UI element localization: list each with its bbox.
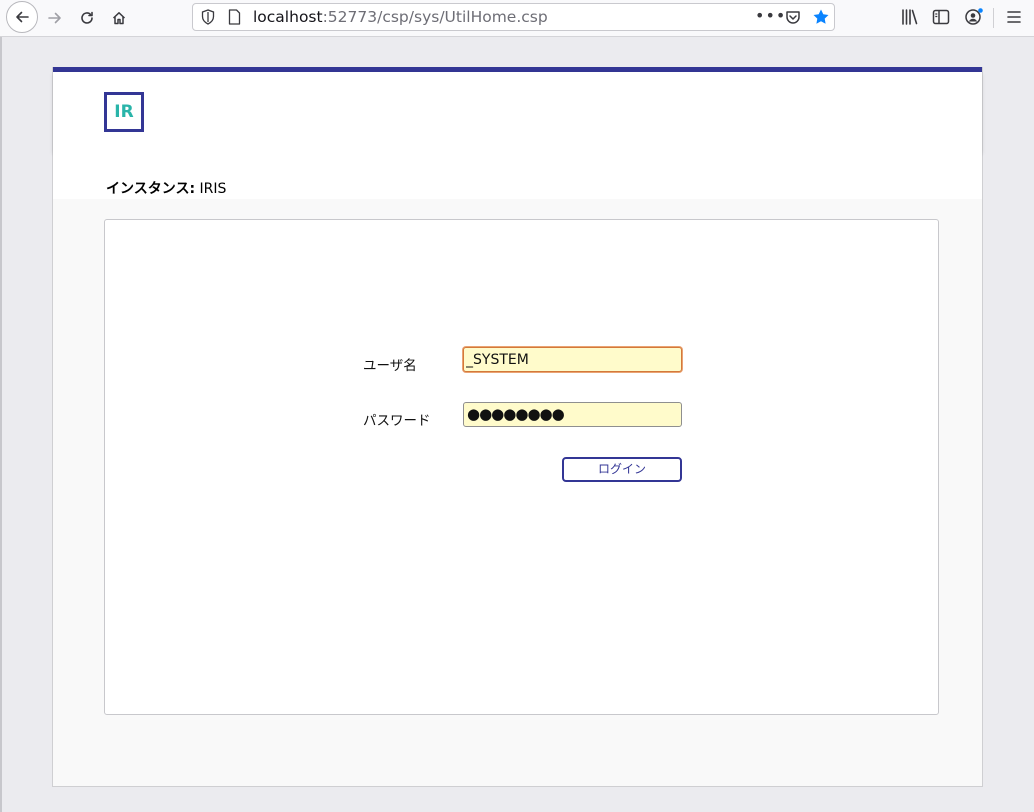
page-info-icon[interactable] bbox=[228, 9, 241, 29]
username-label: ユーザ名 bbox=[363, 358, 417, 374]
page-header: IR bbox=[53, 72, 982, 152]
page-actions-more-icon[interactable]: ••• bbox=[755, 6, 786, 25]
url-text[interactable]: localhost:52773/csp/sys/UtilHome.csp bbox=[253, 8, 548, 26]
forward-arrow-icon[interactable] bbox=[40, 3, 70, 33]
instance-value: IRIS bbox=[199, 181, 227, 197]
login-form: ユーザ名 パスワード ●●●●●●●● ログイン bbox=[104, 219, 939, 715]
browser-toolbar: localhost:52773/csp/sys/UtilHome.csp ••• bbox=[0, 0, 1034, 37]
bookmark-star-icon[interactable] bbox=[812, 8, 830, 30]
back-arrow-icon[interactable] bbox=[6, 1, 38, 33]
instance-label: インスタンス: bbox=[106, 181, 196, 197]
username-field[interactable] bbox=[463, 347, 682, 372]
address-bar[interactable]: localhost:52773/csp/sys/UtilHome.csp ••• bbox=[192, 3, 835, 31]
login-page-card: IR インスタンス: IRIS ユーザ名 パスワード ●●●●●●●● ログイン bbox=[52, 67, 983, 787]
login-button[interactable]: ログイン bbox=[562, 457, 682, 482]
password-mask: ●●●●●●●● bbox=[467, 405, 565, 423]
hamburger-menu-icon[interactable] bbox=[1006, 8, 1022, 30]
account-icon[interactable] bbox=[964, 8, 984, 30]
password-field[interactable]: ●●●●●●●● bbox=[463, 402, 682, 427]
library-icon[interactable] bbox=[901, 8, 919, 30]
tracking-shield-icon[interactable] bbox=[201, 9, 215, 29]
home-icon[interactable] bbox=[104, 3, 134, 33]
toolbar-separator bbox=[993, 8, 994, 28]
page-edge bbox=[0, 37, 2, 812]
pocket-icon[interactable] bbox=[785, 9, 801, 29]
instance-info: インスタンス: IRIS bbox=[106, 178, 226, 198]
sidebar-icon[interactable] bbox=[932, 8, 950, 30]
iris-logo: IR bbox=[104, 92, 144, 132]
password-label: パスワード bbox=[363, 413, 431, 429]
reload-icon[interactable] bbox=[72, 3, 102, 33]
